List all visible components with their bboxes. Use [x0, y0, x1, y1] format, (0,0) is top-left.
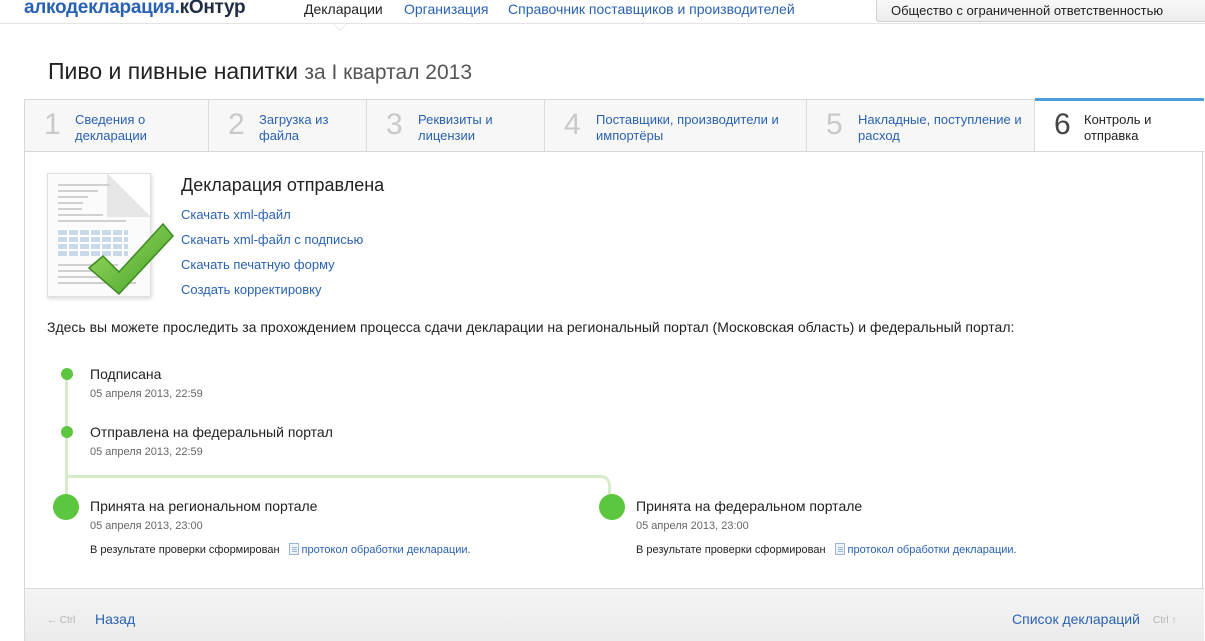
- download-signed-xml-link[interactable]: Скачать xml-файл с подписью: [181, 232, 363, 247]
- federal-protocol-link[interactable]: протокол обработки декларации.: [848, 544, 1017, 556]
- download-xml-link[interactable]: Скачать xml-файл: [181, 207, 291, 222]
- file-icon: [288, 543, 299, 555]
- step-number: 6: [1054, 108, 1071, 141]
- download-print-form-link[interactable]: Скачать печатную форму: [181, 257, 335, 272]
- success-checkmark-icon: [87, 222, 174, 296]
- timeline-dot-regional: [53, 494, 79, 520]
- file-icon: [834, 543, 845, 555]
- tracking-description: Здесь вы можете проследить за прохождени…: [47, 319, 1015, 335]
- timeline-dot-signed: [61, 368, 73, 380]
- create-correction-link[interactable]: Создать корректировку: [181, 282, 322, 297]
- step-3-requisites[interactable]: 3 Реквизиты и лицензии: [367, 100, 545, 151]
- declaration-status-title: Декларация отправлена: [181, 175, 385, 195]
- step-6-control-and-send[interactable]: 6 Контроль и отправка: [1035, 98, 1204, 151]
- step-label: Реквизиты и лицензии: [418, 112, 493, 143]
- step-number: 2: [228, 108, 245, 141]
- declaration-period: за I квартал 2013: [304, 61, 473, 84]
- step-label: Загрузка из файла: [259, 112, 329, 143]
- wizard-steps: 1 Сведения о декларации 2 Загрузка из файл…: [25, 98, 1204, 152]
- event-federal-title: Принята на федеральном портале: [636, 498, 863, 514]
- nav-declarations[interactable]: Декларации: [304, 1, 383, 17]
- nav-active-pointer-inner: [334, 24, 346, 30]
- step-label: Накладные, поступление и расход: [858, 112, 1022, 143]
- page-fold-icon: [107, 174, 150, 217]
- step-number: 3: [386, 108, 403, 141]
- declaration-panel: 1 Сведения о декларации 2 Загрузка из файл…: [24, 98, 1204, 641]
- event-federal-date: 05 апреля 2013, 23:00: [636, 520, 749, 532]
- note-text: В результате проверки сформирован: [90, 544, 280, 556]
- list-shortcut-hint: Ctrl ↑: [1153, 615, 1177, 626]
- top-navigation-bar: алкодекларация.кОнтур Декларации Организ…: [0, 0, 1205, 24]
- step-number: 4: [564, 108, 581, 141]
- event-federal-note: В результате проверки сформирован протоко…: [636, 543, 1017, 556]
- event-signed-date: 05 апреля 2013, 22:59: [90, 388, 203, 400]
- step-1-declaration-info[interactable]: 1 Сведения о декларации: [25, 100, 209, 151]
- event-regional-title: Принята на региональном портале: [90, 498, 318, 514]
- timeline-dot-sent: [61, 426, 73, 438]
- event-sent-date: 05 апреля 2013, 22:59: [90, 446, 203, 458]
- step-2-file-upload[interactable]: 2 Загрузка из файла: [209, 100, 367, 151]
- step-label: Контроль и отправка: [1084, 112, 1152, 143]
- step-number: 5: [826, 108, 843, 141]
- panel-footer: ← Ctrl Назад Список деклараций Ctrl ↑: [25, 588, 1204, 641]
- event-regional-note: В результате проверки сформирован протоко…: [90, 543, 471, 556]
- logo-brand: кОнтур: [179, 0, 246, 18]
- note-text: В результате проверки сформирован: [636, 544, 826, 556]
- page-title: Пиво и пивные напитки за I квартал 2013: [48, 58, 472, 85]
- step-4-suppliers[interactable]: 4 Поставщики, производители и импортёры: [545, 100, 807, 151]
- event-signed-title: Подписана: [90, 366, 162, 382]
- step-label: Поставщики, производители и импортёры: [596, 112, 779, 143]
- nav-suppliers-directory[interactable]: Справочник поставщиков и производителей: [508, 1, 795, 17]
- step-label: Сведения о декларации: [75, 112, 147, 143]
- back-shortcut-hint: ← Ctrl: [47, 615, 76, 626]
- nav-organization[interactable]: Организация: [404, 1, 488, 17]
- app-logo[interactable]: алкодекларация.кОнтур: [24, 0, 246, 19]
- step-number: 1: [44, 108, 61, 141]
- timeline-dot-federal: [599, 494, 625, 520]
- regional-protocol-link[interactable]: протокол обработки декларации.: [302, 544, 471, 556]
- declarations-list-link[interactable]: Список деклараций: [1012, 611, 1140, 627]
- declaration-type: Пиво и пивные напитки: [48, 58, 298, 84]
- step-5-invoices[interactable]: 5 Накладные, поступление и расход: [807, 100, 1035, 151]
- logo-text: алкодекларация.: [24, 0, 180, 18]
- back-button[interactable]: Назад: [95, 611, 135, 627]
- event-sent-title: Отправлена на федеральный портал: [90, 424, 333, 440]
- event-regional-date: 05 апреля 2013, 23:00: [90, 520, 203, 532]
- organization-selector[interactable]: Общество с ограниченной ответственностью: [876, 0, 1205, 22]
